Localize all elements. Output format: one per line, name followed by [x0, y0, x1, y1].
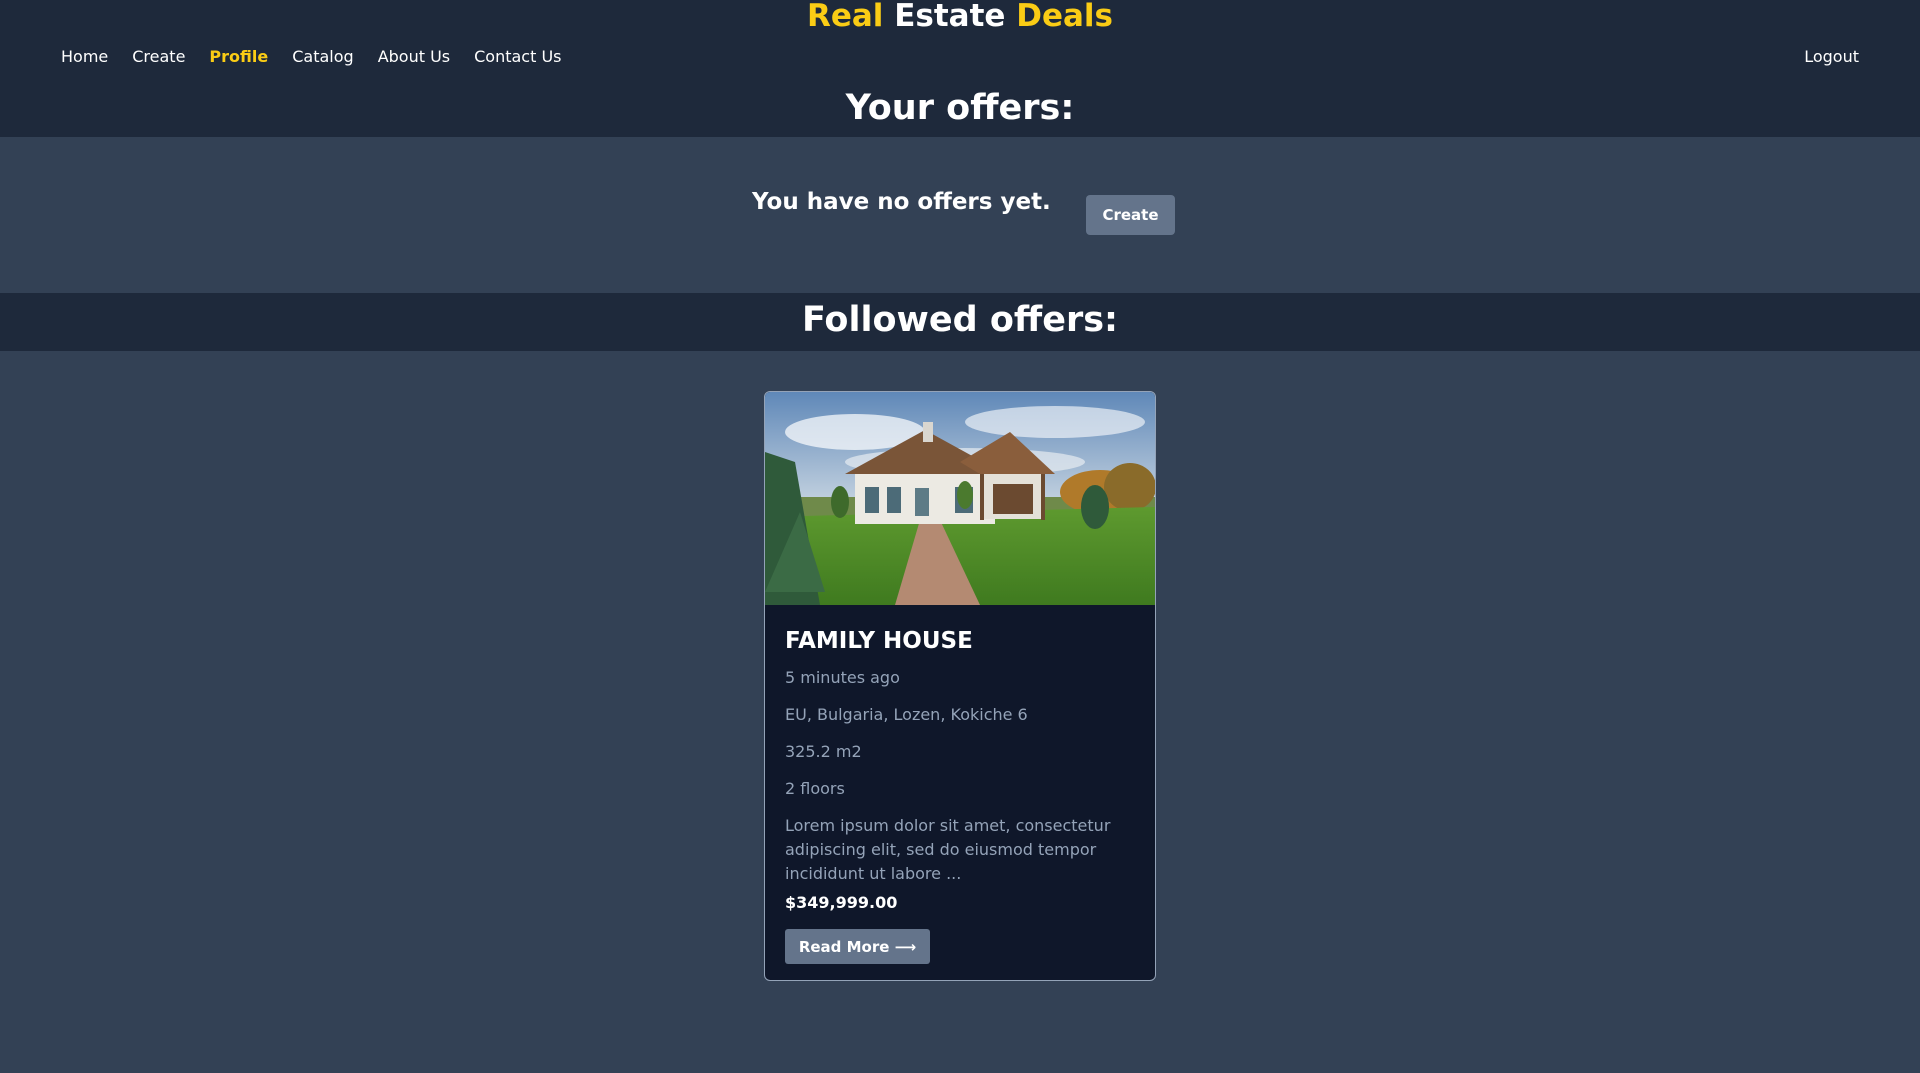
offer-description: Lorem ipsum dolor sit amet, consectetur …	[785, 816, 1111, 883]
brand-logo[interactable]: Real Estate Deals	[0, 0, 1920, 36]
offer-price: $349,999.00	[785, 893, 898, 912]
site-header: Real Estate Deals Home Create Profile Ca…	[0, 0, 1920, 137]
logout-link[interactable]: Logout	[1804, 45, 1859, 69]
read-more-button[interactable]: Read More ⟶	[785, 929, 930, 964]
nav-item-profile[interactable]: Profile	[209, 45, 268, 69]
offer-location: EU, Bulgaria, Lozen, Kokiche 6	[785, 705, 1028, 724]
nav-item-contact-us[interactable]: Contact Us	[474, 45, 561, 69]
card-body: FAMILY HOUSE 5 minutes ago EU, Bulgaria,…	[785, 626, 1135, 912]
offer-area: 325.2 m2	[785, 742, 862, 761]
empty-offers-message: You have no offers yet.	[752, 189, 1051, 215]
followed-offers-title: Followed offers:	[801, 300, 1119, 340]
nav-item-create[interactable]: Create	[132, 45, 185, 69]
nav-item-about-us[interactable]: About Us	[378, 45, 450, 69]
offer-card: FAMILY HOUSE 5 minutes ago EU, Bulgaria,…	[764, 391, 1156, 981]
nav-item-home[interactable]: Home	[61, 45, 108, 69]
brand-word-real: Real	[806, 0, 884, 34]
offer-floors: 2 floors	[785, 779, 845, 798]
nav-item-catalog[interactable]: Catalog	[292, 45, 353, 69]
your-offers-title: Your offers:	[845, 88, 1075, 128]
offer-time: 5 minutes ago	[785, 668, 900, 687]
main-nav: Home Create Profile Catalog About Us Con…	[61, 45, 562, 69]
brand-word-estate: Estate	[894, 0, 1006, 34]
brand-word-deals: Deals	[1016, 0, 1114, 34]
create-offer-button[interactable]: Create	[1086, 195, 1175, 235]
house-photo[interactable]	[765, 392, 1155, 605]
offer-title[interactable]: FAMILY HOUSE	[785, 626, 1135, 656]
